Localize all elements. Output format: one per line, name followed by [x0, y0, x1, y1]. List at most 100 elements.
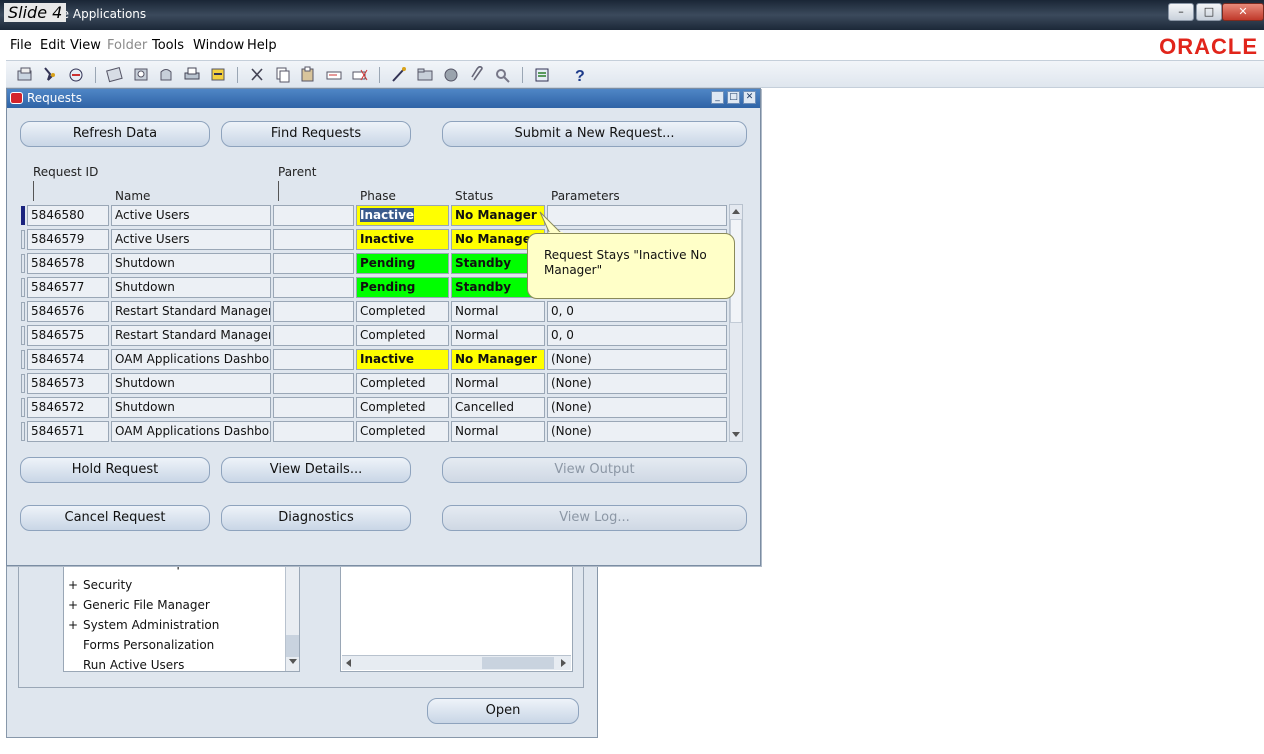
cell-parent[interactable] [273, 301, 354, 322]
minimize-button[interactable]: – [1168, 3, 1194, 21]
cell-phase[interactable]: Inactive [356, 229, 449, 250]
close-button[interactable]: ✕ [1222, 3, 1264, 21]
cell-name[interactable]: Active Users [111, 229, 271, 250]
scroll-down-icon[interactable] [288, 656, 298, 666]
copy-icon[interactable] [274, 66, 292, 83]
row-indicator[interactable] [21, 326, 25, 345]
menu-help[interactable]: Help [247, 38, 277, 53]
diagnostics-button[interactable]: Diagnostics [221, 505, 411, 531]
print-icon[interactable] [183, 66, 201, 83]
cell-parent[interactable] [273, 373, 354, 394]
cell-parameters[interactable] [547, 205, 727, 226]
cell-request-id[interactable]: 5846573 [27, 373, 109, 394]
cell-status[interactable]: Cancelled [451, 397, 545, 418]
view-log-button[interactable]: View Log... [442, 505, 747, 531]
menu-folder[interactable]: Folder [107, 38, 147, 53]
cut-icon[interactable] [248, 66, 266, 83]
view-details-button[interactable]: View Details... [221, 457, 411, 483]
row-indicator[interactable] [21, 350, 25, 369]
open-button[interactable]: Open [427, 698, 579, 724]
cell-name[interactable]: Shutdown [111, 373, 271, 394]
cell-status[interactable]: Normal [451, 421, 545, 442]
attach-icon[interactable] [468, 66, 486, 83]
cell-name[interactable]: OAM Applications Dashboard [111, 349, 271, 370]
cell-request-id[interactable]: 5846576 [27, 301, 109, 322]
view-output-button[interactable]: View Output [442, 457, 747, 483]
cell-parent[interactable] [273, 325, 354, 346]
scroll-thumb[interactable] [286, 635, 299, 657]
scroll-down-icon[interactable] [731, 429, 741, 439]
save-icon[interactable] [106, 66, 124, 83]
folder-icon[interactable] [416, 66, 434, 83]
horizontal-scrollbar[interactable] [342, 655, 571, 670]
cell-parent[interactable] [273, 229, 354, 250]
cell-name[interactable]: Restart Standard Manager [111, 301, 271, 322]
menu-file[interactable]: File [10, 38, 32, 53]
row-indicator[interactable] [21, 278, 25, 297]
close-icon[interactable]: ✕ [743, 91, 756, 104]
wand-icon[interactable] [390, 66, 408, 83]
cell-parameters[interactable]: 0, 0 [547, 325, 727, 346]
cell-status[interactable]: Normal [451, 301, 545, 322]
clear-icon[interactable] [351, 66, 369, 83]
cell-phase[interactable]: Inactive [356, 205, 449, 226]
navigate-icon[interactable] [209, 66, 227, 83]
row-indicator[interactable] [21, 254, 25, 273]
expand-marker[interactable]: + [68, 598, 78, 612]
cell-phase[interactable]: Completed [356, 373, 449, 394]
cell-name[interactable]: Shutdown [111, 277, 271, 298]
cell-phase[interactable]: Pending [356, 253, 449, 274]
cell-name[interactable]: Restart Standard Manager [111, 325, 271, 346]
cell-parameters[interactable]: 0, 0 [547, 301, 727, 322]
cell-phase[interactable]: Inactive [356, 349, 449, 370]
row-indicator[interactable] [21, 374, 25, 393]
cell-request-id[interactable]: 5846575 [27, 325, 109, 346]
refresh-data-button[interactable]: Refresh Data [20, 121, 210, 147]
cell-status[interactable]: Normal [451, 325, 545, 346]
cell-status[interactable]: No Manager [451, 349, 545, 370]
cell-request-id[interactable]: 5846572 [27, 397, 109, 418]
find-icon[interactable] [132, 66, 150, 83]
row-indicator[interactable] [21, 230, 25, 249]
cell-parent[interactable] [273, 253, 354, 274]
cell-phase[interactable]: Completed [356, 325, 449, 346]
cell-request-id[interactable]: 5846571 [27, 421, 109, 442]
submit-request-button[interactable]: Submit a New Request... [442, 121, 747, 147]
row-indicator[interactable] [21, 422, 25, 441]
cancel-request-button[interactable]: Cancel Request [20, 505, 210, 531]
paste-icon[interactable] [299, 66, 317, 83]
cell-parent[interactable] [273, 277, 354, 298]
row-indicator[interactable] [21, 302, 25, 321]
scroll-up-icon[interactable] [731, 207, 741, 217]
cell-parameters[interactable]: (None) [547, 421, 727, 442]
scroll-left-icon[interactable] [344, 658, 354, 668]
help-icon[interactable]: ? [570, 66, 588, 83]
maximize-button[interactable]: □ [1196, 3, 1222, 21]
cell-request-id[interactable]: 5846579 [27, 229, 109, 250]
globe-icon[interactable] [442, 66, 460, 83]
cell-request-id[interactable]: 5846577 [27, 277, 109, 298]
cell-parent[interactable] [273, 421, 354, 442]
cell-name[interactable]: Active Users [111, 205, 271, 226]
cell-name[interactable]: Shutdown [111, 397, 271, 418]
navigator-scrollbar[interactable] [285, 560, 299, 671]
scroll-right-icon[interactable] [558, 658, 568, 668]
cell-request-id[interactable]: 5846580 [27, 205, 109, 226]
connect-icon[interactable] [67, 66, 85, 83]
cell-parent[interactable] [273, 397, 354, 418]
minimize-icon[interactable]: _ [711, 91, 724, 104]
hold-request-button[interactable]: Hold Request [20, 457, 210, 483]
edit-field-icon[interactable] [325, 66, 343, 83]
cell-name[interactable]: OAM Applications Dashboard [111, 421, 271, 442]
row-indicator[interactable] [21, 398, 25, 417]
cell-request-id[interactable]: 5846578 [27, 253, 109, 274]
cell-parameters[interactable]: (None) [547, 397, 727, 418]
cell-phase[interactable]: Completed [356, 397, 449, 418]
menu-edit[interactable]: Edit [40, 38, 65, 53]
cell-status[interactable]: No Manager [451, 205, 545, 226]
cell-request-id[interactable]: 5846574 [27, 349, 109, 370]
scroll-thumb[interactable] [482, 657, 554, 669]
tools-icon[interactable] [493, 66, 511, 83]
row-indicator[interactable] [21, 206, 25, 225]
menu-view[interactable]: View [70, 38, 101, 53]
